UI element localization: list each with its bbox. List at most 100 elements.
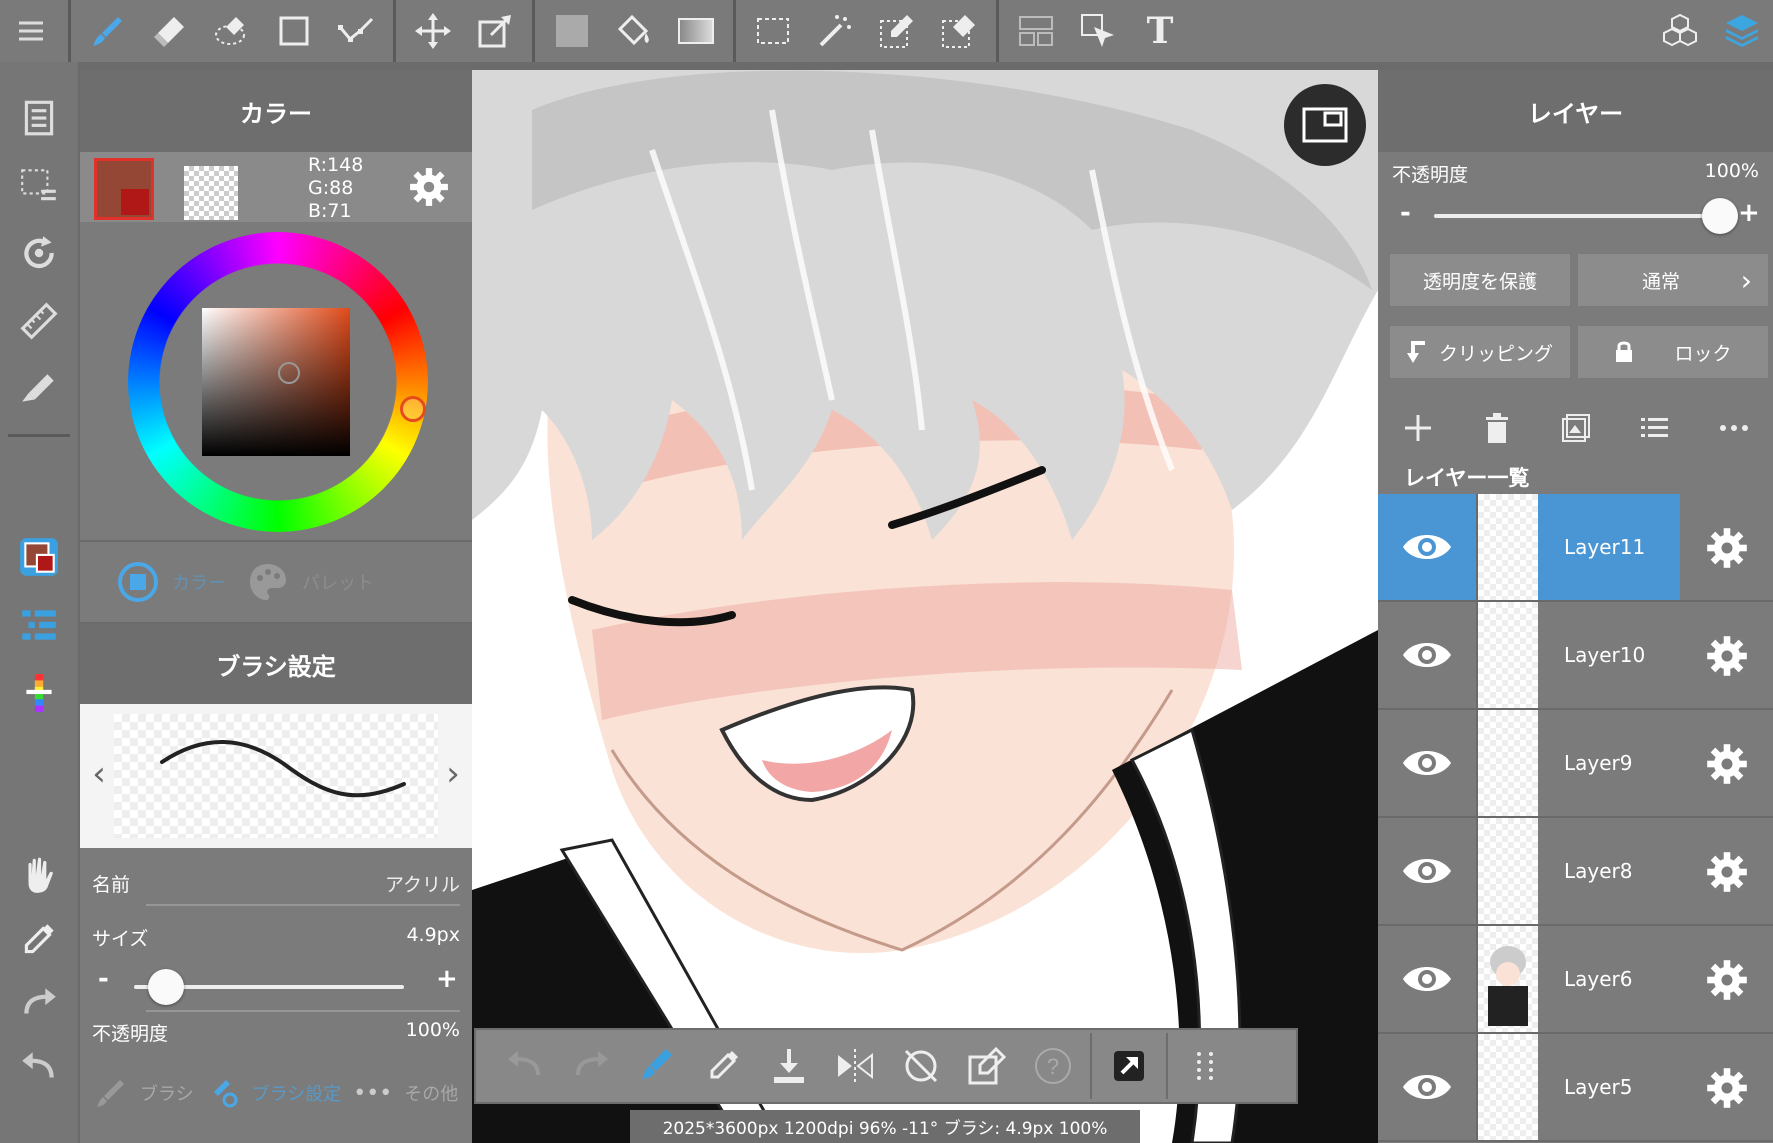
- layer-settings-gear-icon[interactable]: [1705, 850, 1749, 894]
- select-tool-button[interactable]: [742, 0, 804, 62]
- tab-other-label[interactable]: その他: [404, 1080, 458, 1106]
- select-eraser-button[interactable]: [928, 0, 990, 62]
- layer-visibility-toggle[interactable]: [1378, 494, 1478, 600]
- operation-tool-button[interactable]: [1067, 0, 1129, 62]
- layer-row[interactable]: Layer5: [1378, 1034, 1773, 1142]
- secondary-color-swatch[interactable]: [121, 189, 149, 215]
- list-icon[interactable]: [1638, 411, 1672, 445]
- tab-palette[interactable]: パレット: [246, 560, 374, 604]
- eraser-tool-button[interactable]: [139, 0, 201, 62]
- redo-button[interactable]: [14, 978, 64, 1028]
- bucket-tool-button[interactable]: [603, 0, 665, 62]
- bb-redo-button[interactable]: [558, 1033, 624, 1099]
- tab-brush-label[interactable]: ブラシ: [140, 1080, 194, 1106]
- size-minus-button[interactable]: -: [98, 964, 109, 994]
- select-pen-button[interactable]: [866, 0, 928, 62]
- blend-mode-select[interactable]: 通常 ›: [1578, 254, 1768, 306]
- transform-tool-button[interactable]: [464, 0, 526, 62]
- brush-tool-button[interactable]: [77, 0, 139, 62]
- protect-alpha-button[interactable]: 透明度を保護: [1390, 254, 1570, 306]
- brush-settings-icon[interactable]: [206, 1076, 240, 1110]
- layer-opacity-track[interactable]: [1434, 214, 1724, 218]
- bb-eyedropper-button[interactable]: [690, 1033, 756, 1099]
- frame-divider-button[interactable]: [1005, 0, 1067, 62]
- layer-row[interactable]: Layer9: [1378, 710, 1773, 818]
- pages-button[interactable]: [14, 92, 64, 142]
- layer-visibility-toggle[interactable]: [1378, 1034, 1478, 1140]
- line-tool-button[interactable]: [325, 0, 387, 62]
- brush-name-value[interactable]: アクリル: [385, 870, 460, 897]
- gradient-tool-button[interactable]: [665, 0, 727, 62]
- bb-help-button[interactable]: ?: [1020, 1033, 1086, 1099]
- layer-list-toggle[interactable]: [14, 600, 64, 650]
- layer-image-icon[interactable]: [1559, 411, 1593, 445]
- tab-color[interactable]: カラー: [116, 560, 226, 604]
- more-options-icon[interactable]: [1717, 411, 1751, 445]
- drawing-canvas[interactable]: [472, 70, 1378, 1143]
- layer-settings-gear-icon[interactable]: [1705, 958, 1749, 1002]
- layer-visibility-toggle[interactable]: [1378, 710, 1478, 816]
- clipping-button[interactable]: クリッピング: [1390, 326, 1570, 378]
- fill-tool-button[interactable]: [541, 0, 603, 62]
- color-settings-gear-icon[interactable]: [408, 166, 450, 208]
- saturation-value-square[interactable]: [202, 308, 350, 456]
- bb-customize-button[interactable]: [1172, 1033, 1238, 1099]
- primary-color-swatch[interactable]: [94, 158, 154, 220]
- rotate-canvas-button[interactable]: [14, 228, 64, 278]
- undo-button[interactable]: [14, 1042, 64, 1092]
- bb-brush-button[interactable]: [624, 1033, 690, 1099]
- text-tool-button[interactable]: T: [1129, 0, 1191, 62]
- layer-opacity-plus[interactable]: +: [1738, 198, 1760, 228]
- size-plus-button[interactable]: +: [436, 964, 458, 994]
- snap-button[interactable]: [14, 364, 64, 414]
- bb-reset-rotation-button[interactable]: [888, 1033, 954, 1099]
- bb-expand-button[interactable]: [1096, 1033, 1162, 1099]
- move-tool-button[interactable]: [402, 0, 464, 62]
- layer-row[interactable]: Layer6: [1378, 926, 1773, 1034]
- eyedropper-button[interactable]: [14, 914, 64, 964]
- navigator-button[interactable]: [1284, 84, 1366, 166]
- magic-wand-button[interactable]: [804, 0, 866, 62]
- ruler-button[interactable]: [14, 296, 64, 346]
- add-layer-icon[interactable]: [1401, 411, 1435, 445]
- selection-eraser-button[interactable]: [201, 0, 263, 62]
- layer-settings-gear-icon[interactable]: [1705, 742, 1749, 786]
- next-brush-button[interactable]: ›: [438, 754, 468, 794]
- layers-button[interactable]: [1711, 0, 1773, 62]
- menu-button[interactable]: [0, 0, 62, 62]
- brush-size-toggle[interactable]: [14, 668, 64, 718]
- shape-tool-button[interactable]: [263, 0, 325, 62]
- prev-brush-button[interactable]: ‹: [84, 754, 114, 794]
- move-icon: [415, 13, 451, 49]
- layer-opacity-minus[interactable]: -: [1400, 198, 1411, 228]
- layer-visibility-toggle[interactable]: [1378, 602, 1478, 708]
- bb-save-button[interactable]: [756, 1033, 822, 1099]
- selection-menu-button[interactable]: [14, 160, 64, 210]
- layer-settings-gear-icon[interactable]: [1705, 1066, 1749, 1110]
- layer-row[interactable]: Layer8: [1378, 818, 1773, 926]
- color-panel-toggle[interactable]: [14, 532, 64, 582]
- layer-row[interactable]: Layer10: [1378, 602, 1773, 710]
- bb-edit-button[interactable]: [954, 1033, 1020, 1099]
- layer-row[interactable]: Layer11: [1378, 494, 1773, 602]
- hue-cursor[interactable]: [400, 396, 426, 422]
- layer-settings-gear-icon[interactable]: [1705, 526, 1749, 570]
- transparent-color-swatch[interactable]: [184, 166, 238, 220]
- bb-undo-button[interactable]: [492, 1033, 558, 1099]
- tab-brush-settings-label[interactable]: ブラシ設定: [252, 1080, 342, 1106]
- bb-flip-button[interactable]: [822, 1033, 888, 1099]
- color-wheel[interactable]: [128, 232, 428, 532]
- lock-button[interactable]: ロック: [1578, 326, 1768, 378]
- layer-settings-gear-icon[interactable]: [1705, 634, 1749, 678]
- hand-tool-button[interactable]: [14, 850, 64, 900]
- trash-icon[interactable]: [1480, 411, 1514, 445]
- size-slider-knob[interactable]: [148, 969, 184, 1005]
- sv-cursor[interactable]: [278, 362, 300, 384]
- brush-icon[interactable]: [94, 1076, 128, 1110]
- layer-visibility-toggle[interactable]: [1378, 818, 1478, 924]
- more-dots-icon[interactable]: •••: [353, 1081, 392, 1106]
- layer-visibility-toggle[interactable]: [1378, 926, 1478, 1032]
- materials-button[interactable]: [1649, 0, 1711, 62]
- color-swatch-icon: [20, 538, 58, 576]
- layer-opacity-knob[interactable]: [1702, 198, 1738, 234]
